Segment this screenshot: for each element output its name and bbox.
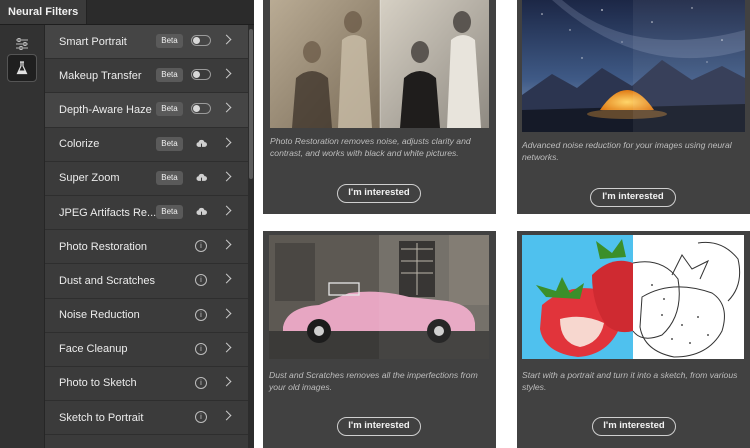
dust-and-scratches-preview-image [269,235,489,359]
filter-toggle[interactable] [191,69,211,81]
beta-badge: Beta [156,204,183,219]
chevron-right-icon[interactable] [221,342,232,353]
panel-side-rail [0,25,45,448]
card-description: Advanced noise reduction for your images… [522,140,732,163]
chevron-right-icon[interactable] [221,205,232,216]
filter-label: Super Zoom [59,172,120,185]
filter-label: Face Cleanup [59,343,128,356]
filter-label: Makeup Transfer [59,69,142,82]
filter-label: Noise Reduction [59,309,140,322]
chevron-right-icon[interactable] [221,102,232,113]
chevron-right-icon[interactable] [221,410,232,421]
chevron-right-icon[interactable] [221,308,232,318]
filter-row-makeup-transfer[interactable]: Makeup Transfer Beta [45,59,248,94]
im-interested-button[interactable]: I'm interested [337,417,421,436]
filter-row-dust-and-scratches[interactable]: Dust and Scratches i [45,264,248,299]
photo-to-sketch-preview-image [522,235,744,359]
info-icon[interactable]: i [195,411,207,424]
chevron-right-icon[interactable] [221,68,232,79]
beta-badge: Beta [156,34,183,48]
panel-header: Neural Filters [0,0,254,25]
info-icon[interactable]: i [195,376,207,389]
filter-label: Photo to Sketch [59,377,137,390]
photo-restoration-card: Photo Restoration removes noise, adjusts… [263,0,496,214]
filter-label: Sketch to Portrait [59,411,144,424]
im-interested-button[interactable]: I'm interested [592,417,676,436]
beta-badge: Beta [156,136,183,151]
photo-to-sketch-card: Start with a portrait and turn it into a… [517,231,750,448]
filter-row-jpeg-artifacts-removal[interactable]: JPEG Artifacts Re... Beta [45,196,248,231]
info-icon[interactable]: i [195,240,207,253]
filter-label: Colorize [59,138,100,151]
filter-label: Smart Portrait [59,35,127,48]
beta-badge: Beta [156,68,183,83]
scrollbar-thumb[interactable] [249,29,253,179]
filter-row-photo-to-sketch[interactable]: Photo to Sketch i [45,367,248,402]
filter-row-noise-reduction[interactable]: Noise Reduction i [45,299,248,333]
chevron-right-icon[interactable] [221,239,232,250]
dust-and-scratches-card: Dust and Scratches removes all the imper… [263,231,496,448]
chevron-right-icon[interactable] [221,137,232,148]
filter-toggle[interactable] [191,35,211,46]
im-interested-button[interactable]: I'm interested [337,184,421,203]
noise-reduction-card: Advanced noise reduction for your images… [517,0,750,214]
filter-row-photo-restoration[interactable]: Photo Restoration i [45,230,248,265]
filter-toggle[interactable] [191,103,211,115]
filter-label: Depth-Aware Haze [59,103,152,116]
panel-scrollbar[interactable] [248,25,254,448]
filter-row-super-zoom[interactable]: Super Zoom Beta [45,162,248,196]
filter-label: Dust and Scratches [59,274,155,287]
panel-title-tab[interactable]: Neural Filters [0,0,88,24]
filter-list: Smart Portrait Beta Makeup Transfer Beta… [45,25,248,436]
card-description: Start with a portrait and turn it into a… [522,370,738,393]
sliders-icon[interactable] [8,31,36,57]
filter-label: Photo Restoration [59,240,148,253]
beta-badge: Beta [156,102,183,117]
filter-row-face-cleanup[interactable]: Face Cleanup i [45,333,248,367]
chevron-right-icon[interactable] [221,376,232,387]
cloud-download-icon[interactable] [195,138,208,151]
card-description: Photo Restoration removes noise, adjusts… [270,136,471,159]
neural-filters-panel: Neural Filters Smart Portrait Beta Makeu… [0,0,254,448]
cloud-download-icon[interactable] [195,206,208,219]
info-icon[interactable]: i [195,274,207,287]
chevron-right-icon[interactable] [221,171,232,182]
info-icon[interactable]: i [195,342,207,355]
filter-row-smart-portrait[interactable]: Smart Portrait Beta [45,25,248,60]
beta-badge: Beta [156,170,183,185]
card-description: Dust and Scratches removes all the imper… [269,370,478,393]
filter-label: JPEG Artifacts Re... [59,206,157,219]
filter-row-colorize[interactable]: Colorize Beta [45,128,248,162]
filter-row-depth-aware-haze[interactable]: Depth-Aware Haze Beta [45,93,248,128]
info-icon[interactable]: i [195,308,207,321]
chevron-right-icon[interactable] [221,34,232,45]
filter-row-sketch-to-portrait[interactable]: Sketch to Portrait i [45,401,248,436]
cloud-download-icon[interactable] [195,172,208,185]
photo-restoration-preview-image [270,0,489,128]
flask-icon[interactable] [7,54,37,82]
im-interested-button[interactable]: I'm interested [590,188,676,207]
chevron-right-icon[interactable] [221,273,232,284]
noise-reduction-preview-image [522,0,745,132]
